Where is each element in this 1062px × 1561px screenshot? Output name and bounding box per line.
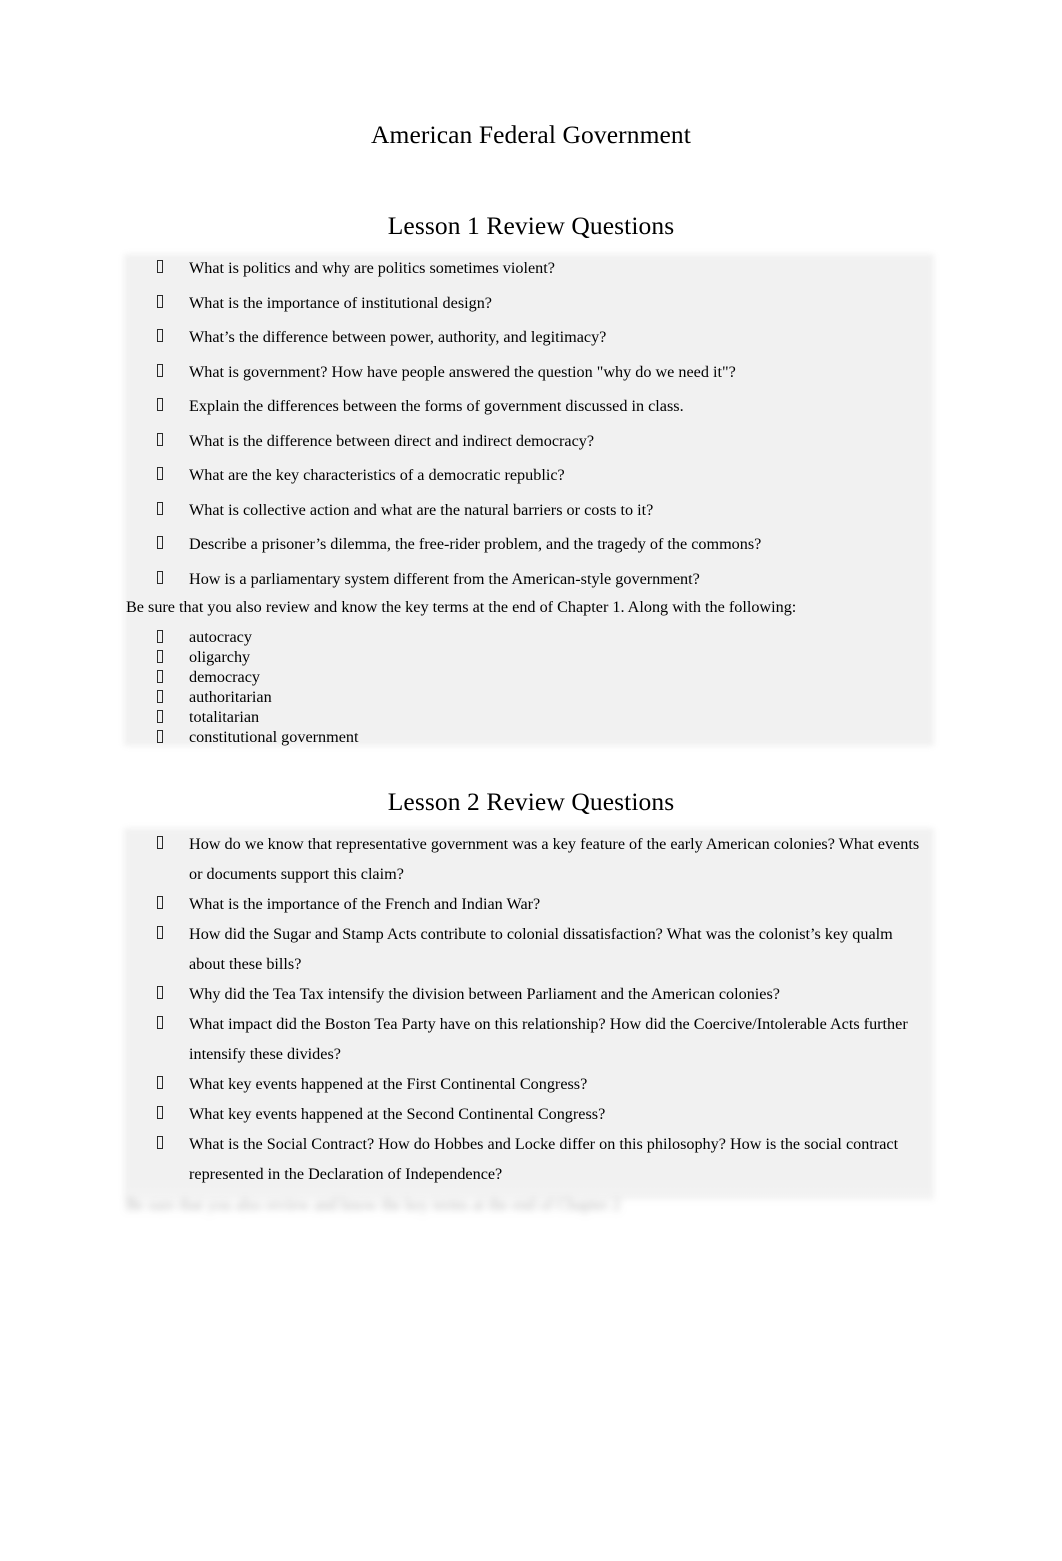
bullet-box-icon <box>157 391 169 421</box>
list-item: How is a parliamentary system different … <box>126 564 932 594</box>
bullet-box-icon <box>157 647 169 667</box>
list-item: Describe a prisoner’s dilemma, the free-… <box>126 529 932 559</box>
document-page: American Federal Government Lesson 1 Rev… <box>0 0 1062 1561</box>
question-text: How do we know that representative gover… <box>189 835 920 883</box>
key-term-text: oligarchy <box>189 648 251 666</box>
key-term-text: democracy <box>189 668 261 686</box>
question-text: Why did the Tea Tax intensify the divisi… <box>189 985 780 1003</box>
bullet-box-icon <box>157 322 169 352</box>
key-term-text: totalitarian <box>189 708 260 726</box>
bullet-box-icon <box>157 829 169 859</box>
list-item: authoritarian <box>126 687 932 707</box>
list-item: What is collective action and what are t… <box>126 495 932 525</box>
question-text: What is the importance of institutional … <box>189 293 492 312</box>
bullet-box-icon <box>157 667 169 687</box>
bullet-box-icon <box>157 627 169 647</box>
lesson-2-question-list: How do we know that representative gover… <box>126 829 932 1189</box>
list-item: What is the difference between direct an… <box>126 426 932 456</box>
list-item: What key events happened at the First Co… <box>126 1069 932 1099</box>
list-item: What are the key characteristics of a de… <box>126 460 932 490</box>
bullet-box-icon <box>157 1069 169 1099</box>
page-title: American Federal Government <box>371 120 691 149</box>
question-text: What is politics and why are politics so… <box>189 259 555 277</box>
bullet-box-icon <box>157 460 169 490</box>
lesson-2-heading: Lesson 2 Review Questions <box>387 787 675 816</box>
question-text: How did the Sugar and Stamp Acts contrib… <box>189 925 893 973</box>
question-text: What is the importance of the French and… <box>189 895 541 913</box>
bullet-box-icon <box>157 727 169 747</box>
question-text: What is collective action and what are t… <box>189 500 654 519</box>
lesson-1-question-list: What is politics and why are politics so… <box>126 253 932 598</box>
bullet-box-icon <box>157 357 169 387</box>
bullet-box-icon <box>157 495 169 525</box>
list-item: autocracy <box>126 627 932 647</box>
question-text: What is government? How have people answ… <box>189 362 736 381</box>
list-item: What is politics and why are politics so… <box>126 253 932 283</box>
question-text: What is the difference between direct an… <box>189 431 595 450</box>
list-item: What’s the difference between power, aut… <box>126 322 932 352</box>
list-item: oligarchy <box>126 647 932 667</box>
list-item: What impact did the Boston Tea Party hav… <box>126 1009 932 1069</box>
list-item: What is the importance of institutional … <box>126 288 932 318</box>
bullet-box-icon <box>157 707 169 727</box>
bullet-box-icon <box>157 1129 169 1159</box>
list-item: How do we know that representative gover… <box>126 829 932 889</box>
question-text: What is the Social Contract? How do Hobb… <box>189 1135 899 1183</box>
list-item: Explain the differences between the form… <box>126 391 932 421</box>
question-text: Describe a prisoner’s dilemma, the free-… <box>189 535 762 553</box>
question-text: What are the key characteristics of a de… <box>189 466 565 484</box>
list-item: How did the Sugar and Stamp Acts contrib… <box>126 919 932 979</box>
question-text: What impact did the Boston Tea Party hav… <box>189 1015 908 1063</box>
bullet-box-icon <box>157 979 169 1009</box>
question-text: What’s the difference between power, aut… <box>189 328 607 346</box>
faded-trailing-text: Be sure that you also review and know th… <box>126 1196 621 1214</box>
list-item: What is government? How have people answ… <box>126 357 932 387</box>
list-item: What is the Social Contract? How do Hobb… <box>126 1129 932 1189</box>
lesson-1-heading: Lesson 1 Review Questions <box>387 211 675 240</box>
list-item: What key events happened at the Second C… <box>126 1099 932 1129</box>
key-term-text: autocracy <box>189 628 252 646</box>
key-terms-intro-paragraph: Be sure that you also review and know th… <box>126 598 797 616</box>
bullet-box-icon <box>157 564 169 594</box>
bullet-box-icon <box>157 426 169 456</box>
key-terms-list: autocracy oligarchy democracy authoritar… <box>126 627 932 747</box>
question-text: What key events happened at the Second C… <box>189 1105 606 1123</box>
bullet-box-icon <box>157 529 169 559</box>
list-item: democracy <box>126 667 932 687</box>
bullet-box-icon <box>157 288 169 318</box>
question-text: Explain the differences between the form… <box>189 397 684 415</box>
bullet-box-icon <box>157 1099 169 1129</box>
list-item: constitutional government <box>126 727 932 747</box>
list-item: What is the importance of the French and… <box>126 889 932 919</box>
list-item: totalitarian <box>126 707 932 727</box>
key-term-text: authoritarian <box>189 688 272 706</box>
bullet-box-icon <box>157 919 169 949</box>
key-term-text: constitutional government <box>189 728 359 746</box>
list-item: Why did the Tea Tax intensify the divisi… <box>126 979 932 1009</box>
question-text: How is a parliamentary system different … <box>189 569 700 588</box>
bullet-box-icon <box>157 889 169 919</box>
bullet-box-icon <box>157 1009 169 1039</box>
bullet-box-icon <box>157 687 169 707</box>
bullet-box-icon <box>157 253 169 283</box>
question-text: What key events happened at the First Co… <box>189 1075 588 1093</box>
